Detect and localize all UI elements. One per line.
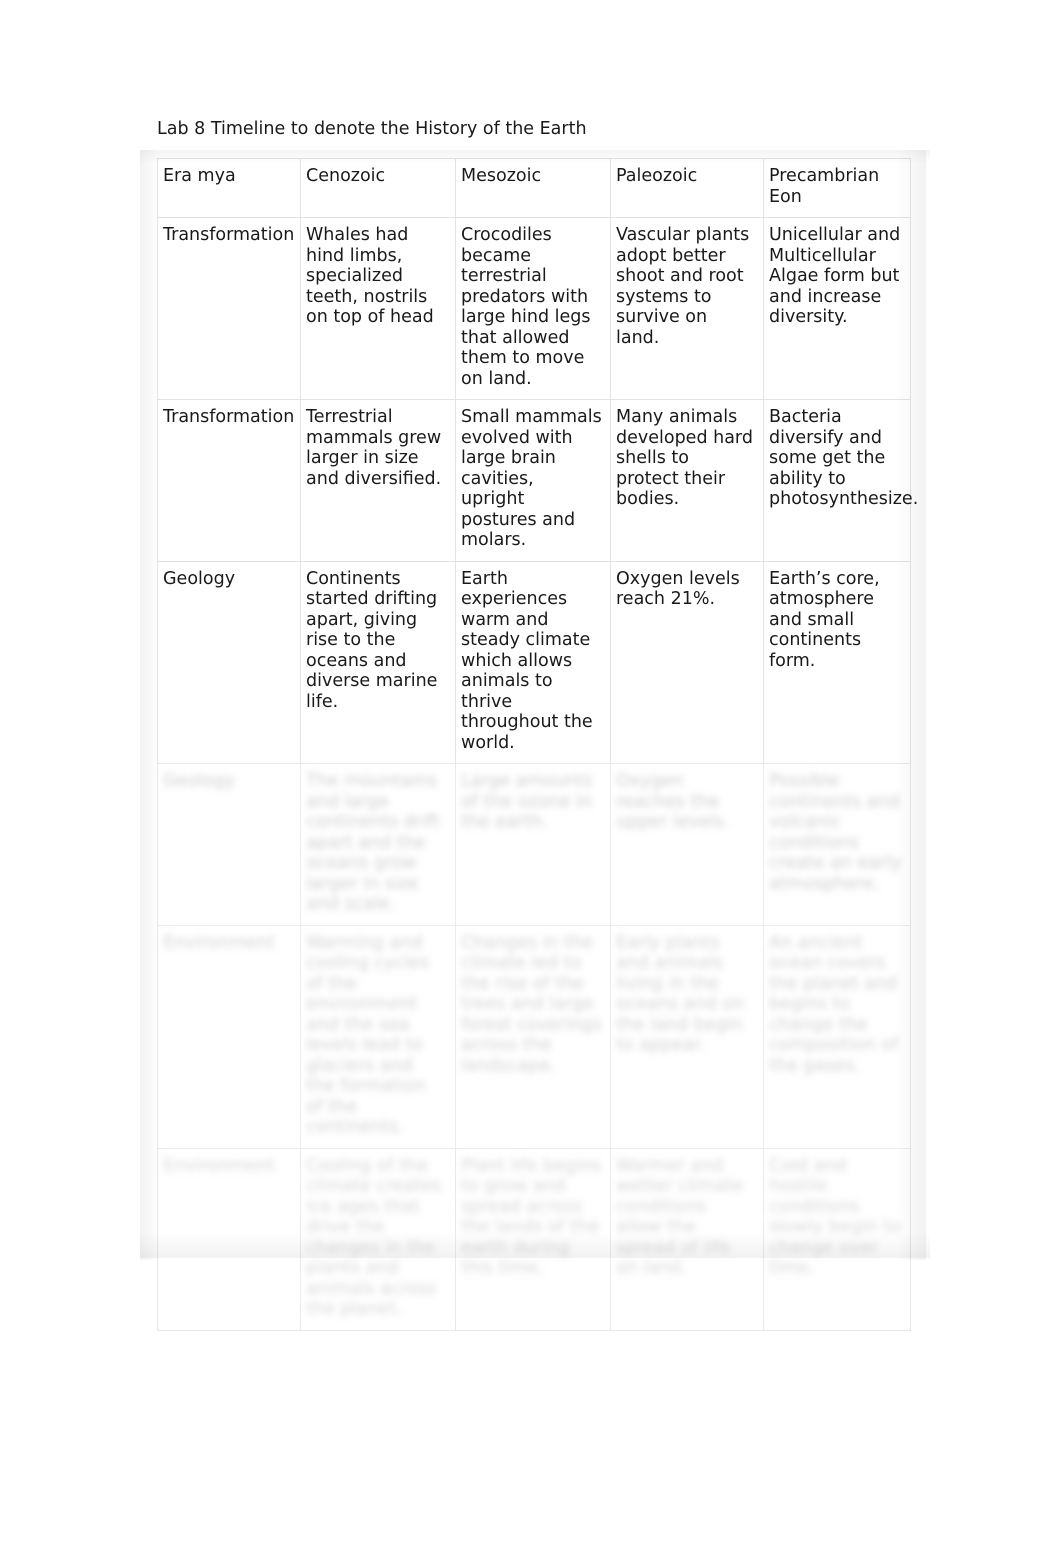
- cell-mesozoic: Plant life begins to grow and spread acr…: [455, 1147, 611, 1331]
- cell-paleozoic: Oxygen reaches the upper levels.: [610, 763, 764, 926]
- cell-precambrian: An ancient ocean covers the planet and b…: [763, 924, 911, 1149]
- table-row-obscured: Environment Warming and cooling cycles o…: [157, 924, 911, 1149]
- column-header-paleozoic: Paleozoic: [610, 158, 764, 218]
- table-row-obscured: Geology The mountains and large continen…: [157, 763, 911, 926]
- timeline-table-container: Era mya Cenozoic Mesozoic Paleozoic Prec…: [157, 158, 918, 1331]
- timeline-table: Era mya Cenozoic Mesozoic Paleozoic Prec…: [157, 158, 918, 1331]
- column-header-precambrian: Precambrian Eon: [763, 158, 911, 218]
- cell-cenozoic: Cooling of the climate creates ice ages …: [300, 1147, 456, 1331]
- document-page: Lab 8 Timeline to denote the History of …: [0, 0, 1062, 1556]
- cell-paleozoic: Many animals developed hard shells to pr…: [610, 399, 764, 562]
- row-label: Transformation: [157, 217, 301, 400]
- cell-paleozoic: Oxygen levels reach 21%.: [610, 560, 764, 764]
- column-header-era: Era mya: [157, 158, 301, 218]
- cell-precambrian: Unicellular and Multicellular Algae form…: [763, 217, 911, 400]
- cell-cenozoic: Whales had hind limbs, specialized teeth…: [300, 217, 456, 400]
- row-label: Environment: [157, 1147, 301, 1331]
- cell-precambrian: Cold and hostile conditions slowly begin…: [763, 1147, 911, 1331]
- row-label: Geology: [157, 560, 301, 764]
- cell-mesozoic: Earth experiences warm and steady climat…: [455, 560, 611, 764]
- cell-cenozoic: Terrestrial mammals grew larger in size …: [300, 399, 456, 562]
- table-row: Geology Continents started drifting apar…: [157, 560, 911, 764]
- page-title: Lab 8 Timeline to denote the History of …: [157, 119, 587, 139]
- cell-paleozoic: Early plants and animals living in the o…: [610, 924, 764, 1149]
- cell-cenozoic: Warming and cooling cycles of the enviro…: [300, 924, 456, 1149]
- cell-precambrian: Bacteria diversify and some get the abil…: [763, 399, 918, 562]
- table-row: Transformation Terrestrial mammals grew …: [157, 399, 918, 562]
- table-row: Transformation Whales had hind limbs, sp…: [157, 217, 911, 400]
- row-label: Environment: [157, 924, 301, 1149]
- column-header-cenozoic: Cenozoic: [300, 158, 456, 218]
- cell-mesozoic: Small mammals evolved with large brain c…: [455, 399, 611, 562]
- cell-paleozoic: Vascular plants adopt better shoot and r…: [610, 217, 764, 400]
- table-header-row: Era mya Cenozoic Mesozoic Paleozoic Prec…: [157, 158, 911, 218]
- cell-cenozoic: Continents started drifting apart, givin…: [300, 560, 456, 764]
- cell-mesozoic: Changes in the climate led to the rise o…: [455, 924, 611, 1149]
- table-row-obscured: Environment Cooling of the climate creat…: [157, 1147, 911, 1331]
- cell-precambrian: Earth’s core, atmosphere and small conti…: [763, 560, 911, 764]
- row-label: Transformation: [157, 399, 301, 562]
- cell-cenozoic: The mountains and large continents drift…: [300, 763, 456, 926]
- table-body: Era mya Cenozoic Mesozoic Paleozoic Prec…: [157, 158, 918, 1331]
- row-label: Geology: [157, 763, 301, 926]
- cell-mesozoic: Large amounts of the ozone in the earth.: [455, 763, 611, 926]
- cell-mesozoic: Crocodiles became terrestrial predators …: [455, 217, 611, 400]
- column-header-mesozoic: Mesozoic: [455, 158, 611, 218]
- cell-paleozoic: Warmer and wetter climate conditions all…: [610, 1147, 764, 1331]
- cell-precambrian: Possible continents and volcanic conditi…: [763, 763, 911, 926]
